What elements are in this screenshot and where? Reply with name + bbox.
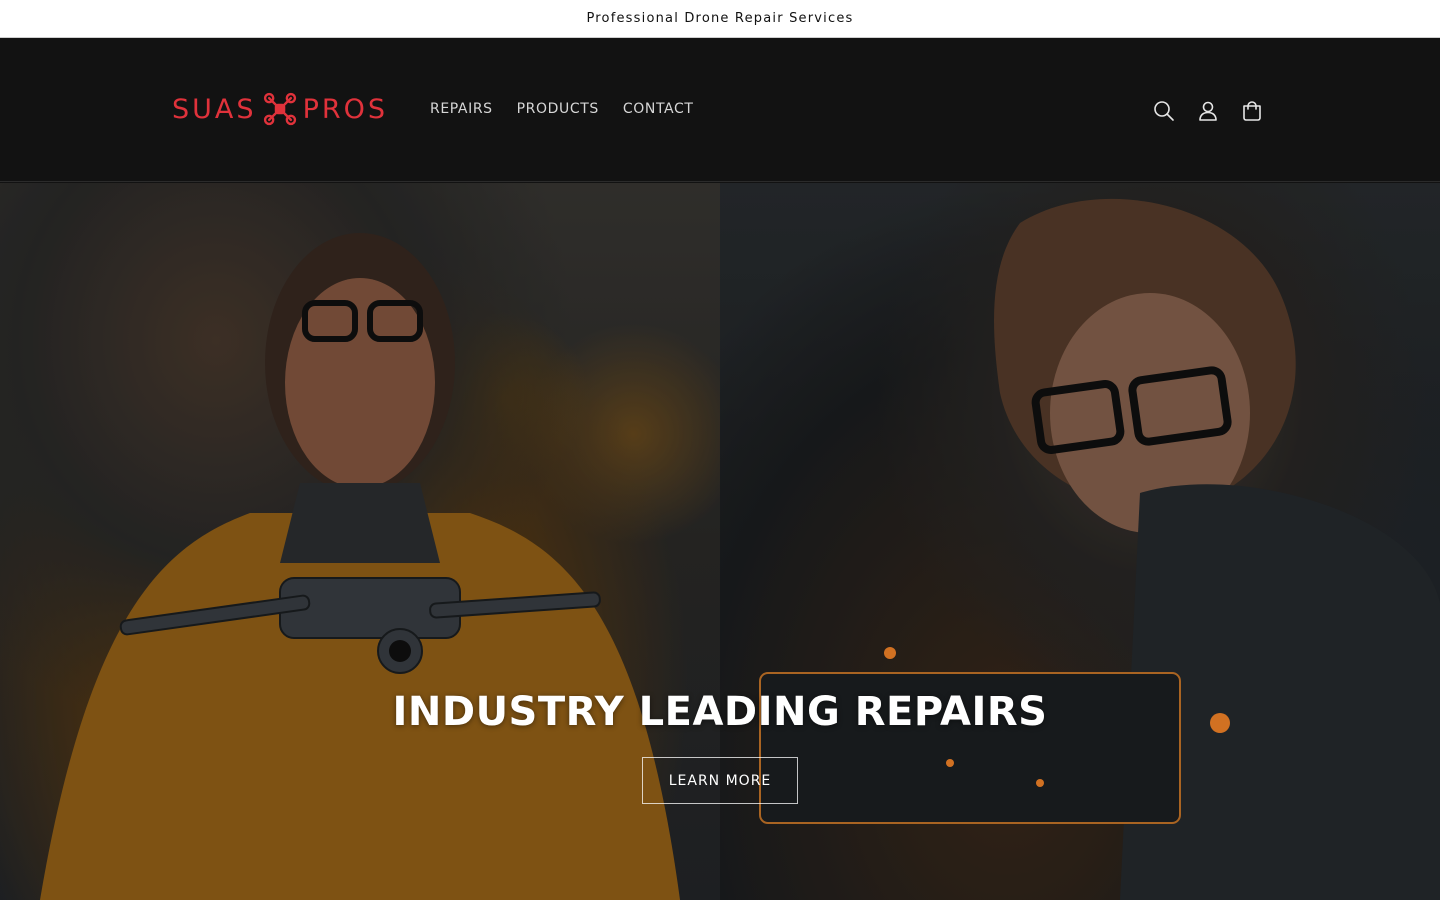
logo-text-right: PROS (302, 93, 388, 125)
nav-item-repairs[interactable]: REPAIRS (418, 97, 505, 121)
hero-content: INDUSTRY LEADING REPAIRS LEARN MORE (0, 689, 1440, 804)
cart-icon (1243, 101, 1261, 121)
account-button[interactable] (1186, 89, 1230, 133)
nav-item-products[interactable]: PRODUCTS (505, 97, 611, 121)
site-header: SUAS PROS REPAIRS PRODUCTS CONTACT (0, 39, 1440, 182)
hero-banner: INDUSTRY LEADING REPAIRS LEARN MORE (0, 183, 1440, 900)
learn-more-button[interactable]: LEARN MORE (642, 757, 798, 804)
search-button[interactable] (1142, 89, 1186, 133)
nav-item-contact[interactable]: CONTACT (611, 97, 706, 121)
header-icons (1142, 89, 1274, 133)
announcement-text: Professional Drone Repair Services (586, 11, 854, 26)
main-nav: REPAIRS PRODUCTS CONTACT (418, 97, 705, 121)
hero-title: INDUSTRY LEADING REPAIRS (392, 689, 1048, 735)
announcement-bar: Professional Drone Repair Services (0, 0, 1440, 38)
logo-text-left: SUAS (172, 93, 257, 125)
drone-logo-icon (263, 92, 296, 126)
cart-button[interactable] (1230, 89, 1274, 133)
search-icon (1154, 101, 1174, 121)
account-icon (1199, 101, 1217, 121)
site-logo[interactable]: SUAS PROS (172, 89, 388, 129)
